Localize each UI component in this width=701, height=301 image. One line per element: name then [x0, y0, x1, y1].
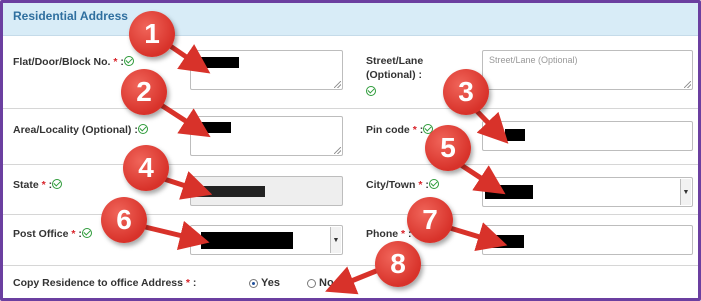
annotation-arrows — [140, 38, 509, 295]
annotation-badge: 7 — [407, 197, 453, 243]
annotation-badge: 6 — [101, 197, 147, 243]
annotation-arrow-5 — [456, 160, 506, 195]
annotation-arrow-6 — [140, 220, 210, 251]
annotation-badge: 1 — [129, 11, 175, 57]
annotation-arrow-8 — [325, 266, 382, 295]
annotation-badge: 4 — [123, 145, 169, 191]
annotation-badge: 5 — [425, 125, 471, 171]
annotation-badge: 2 — [121, 69, 167, 115]
annotation-arrow-4 — [160, 171, 213, 200]
residential-address-panel: Residential Address Flat/Door/Block No. … — [0, 0, 701, 301]
annotation-badge: 3 — [443, 69, 489, 115]
annotation-arrow-2 — [156, 100, 211, 138]
annotation-badge: 8 — [375, 241, 421, 287]
